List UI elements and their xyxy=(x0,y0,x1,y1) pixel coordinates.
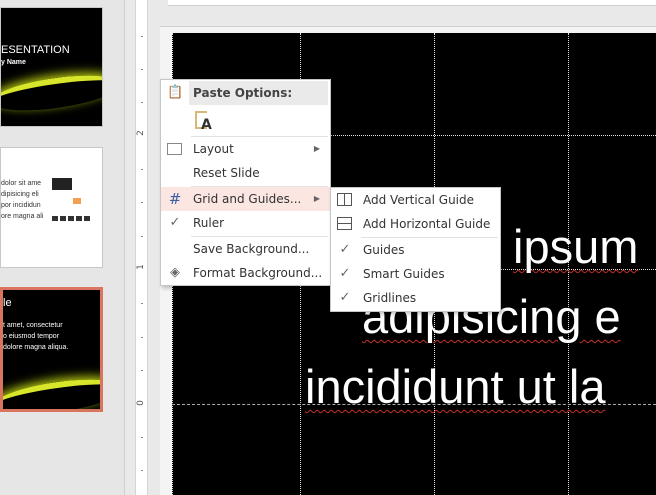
menu-item-reset-slide[interactable]: Reset Slide xyxy=(161,161,330,185)
slide-thumbnail-panel: ESENTATION y Name dolor sit ame dipisici… xyxy=(0,0,125,495)
thumb-image xyxy=(52,178,72,190)
layout-icon xyxy=(167,143,182,155)
checkmark-icon: ✓ xyxy=(169,215,181,230)
slide-thumbnail-2[interactable]: dolor sit ame dipisicing eli por incidid… xyxy=(0,147,103,268)
thumb-line: ore magna ali xyxy=(1,213,44,220)
menu-item-label: Guides xyxy=(363,243,405,257)
thumb-title: ESENTATION xyxy=(1,44,70,56)
menu-item-label: Ruler xyxy=(193,216,225,230)
menu-item-grid-and-guides[interactable]: # Grid and Guides... ▶ xyxy=(161,187,330,211)
keep-text-only-icon[interactable]: A xyxy=(193,108,215,134)
checkmark-icon: ✓ xyxy=(339,290,351,305)
menu-item-label: Add Horizontal Guide xyxy=(363,217,491,231)
paste-icon: 📋 xyxy=(167,85,184,100)
vertical-guide-icon xyxy=(337,193,352,206)
grid-and-guides-submenu: Add Vertical Guide Add Horizontal Guide … xyxy=(330,187,501,312)
checkmark-icon: ✓ xyxy=(339,266,351,281)
horizontal-guide-icon xyxy=(337,217,352,230)
slide-thumbnail-3-selected[interactable]: le t amet, consectetur o eiusmod tempor … xyxy=(0,287,103,412)
menu-item-ruler[interactable]: ✓ Ruler xyxy=(161,211,330,235)
menu-item-label: Gridlines xyxy=(363,291,417,305)
thumb-image-strip xyxy=(52,216,92,221)
ruler-label: 0 xyxy=(135,400,146,406)
menu-item-gridlines[interactable]: ✓ Gridlines xyxy=(331,286,500,310)
context-menu: 📋 Paste Options: A Layout ▶ Reset Slide … xyxy=(160,79,331,286)
menu-item-label: Smart Guides xyxy=(363,267,445,281)
menu-item-label: Reset Slide xyxy=(193,166,260,180)
thumb-line: dipisicing eli xyxy=(1,191,39,198)
submenu-arrow-icon: ▶ xyxy=(313,194,320,203)
checkmark-icon: ✓ xyxy=(339,242,351,257)
thumb-line: t amet, consectetur xyxy=(3,322,63,329)
submenu-arrow-icon: ▶ xyxy=(313,144,320,153)
paste-options-header: Paste Options: xyxy=(189,81,328,105)
menu-item-add-horizontal-guide[interactable]: Add Horizontal Guide xyxy=(331,212,500,236)
horizontal-ruler[interactable] xyxy=(168,0,656,6)
grid-icon: # xyxy=(168,190,182,208)
thumb-title: le xyxy=(3,297,12,309)
thumb-body: t amet, consectetur o eiusmod tempor dol… xyxy=(3,320,68,353)
menu-item-guides[interactable]: ✓ Guides xyxy=(331,238,500,262)
thumb-line: o eiusmod tempor xyxy=(3,333,60,340)
swoosh-graphic xyxy=(3,373,100,409)
thumb-line: dolore magna aliqua. xyxy=(3,344,69,351)
menu-item-label: Grid and Guides... xyxy=(193,192,302,206)
ruler-label: 1 xyxy=(135,264,146,270)
menu-item-add-vertical-guide[interactable]: Add Vertical Guide xyxy=(331,188,500,212)
thumb-image xyxy=(73,198,81,204)
menu-item-layout[interactable]: Layout ▶ xyxy=(161,137,330,161)
slide-text-line[interactable]: ipsum xyxy=(513,219,638,274)
thumb-subtitle: y Name xyxy=(1,59,26,66)
menu-item-label: Add Vertical Guide xyxy=(363,193,475,207)
menu-item-label: Format Background... xyxy=(193,266,323,280)
menu-item-label: Save Background... xyxy=(193,242,310,256)
vertical-ruler[interactable]: 2 1 0 xyxy=(135,0,148,495)
ruler-label: 2 xyxy=(135,130,146,136)
thumb-line: por incididun xyxy=(1,202,41,209)
menu-item-save-background[interactable]: Save Background... xyxy=(161,237,330,261)
menu-item-smart-guides[interactable]: ✓ Smart Guides xyxy=(331,262,500,286)
slide-thumbnail-1[interactable]: ESENTATION y Name xyxy=(0,7,103,127)
format-background-icon: ◈ xyxy=(170,265,180,280)
menu-item-label: Layout xyxy=(193,142,234,156)
menu-item-format-background[interactable]: ◈ Format Background... xyxy=(161,261,330,285)
swoosh-graphic xyxy=(1,69,102,117)
thumb-body: dolor sit ame dipisicing eli por incidid… xyxy=(1,178,43,222)
slide-text-line[interactable]: incididunt ut la xyxy=(305,359,605,414)
thumb-line: dolor sit ame xyxy=(1,180,42,187)
